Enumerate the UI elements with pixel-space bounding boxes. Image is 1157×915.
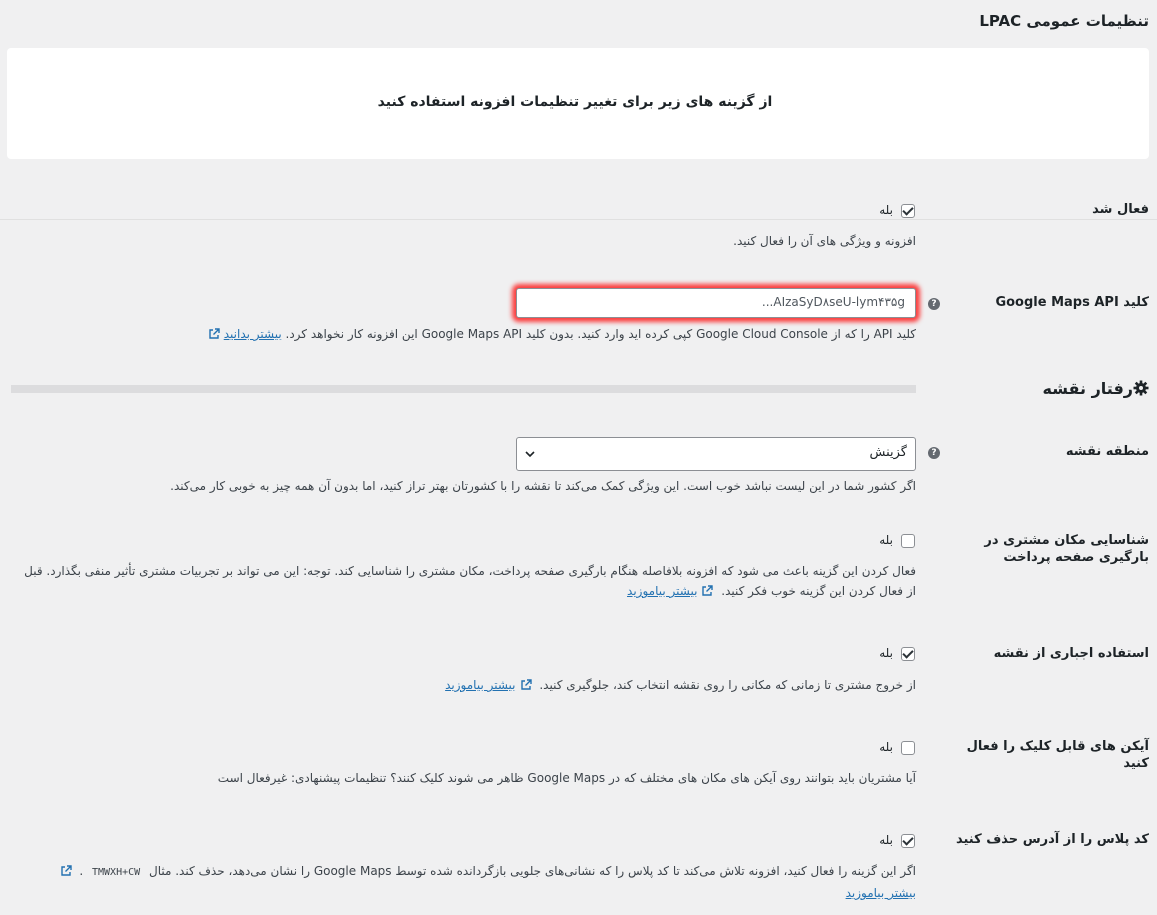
detect-location-checkbox[interactable] (901, 534, 915, 548)
api-key-input[interactable]: ...AIzaSyD۸seU-lym۴۳۵g (516, 288, 916, 318)
learn-more-link-label: بیشتر بیاموزید (845, 886, 916, 900)
learn-more-link[interactable]: بیشتر بیاموزید (445, 678, 535, 692)
plus-code-desc: اگر این گزینه را فعال کنید، افزونه تلاش … (36, 861, 916, 903)
divider (0, 219, 1157, 220)
learn-more-link-label: بیشتر بدانید (223, 327, 282, 341)
external-link-icon (209, 328, 220, 339)
learn-more-link-label: بیشتر بیاموزید (445, 678, 516, 692)
force-map-label: استفاده اجباری از نقشه (993, 646, 1149, 661)
clickable-icons-desc: آیا مشتریان باید بتوانند روی آیکن های مک… (217, 771, 916, 785)
clickable-icons-checkbox[interactable] (901, 741, 915, 755)
notice-text: از گزینه های زیر برای تغییر تنظیمات افزو… (377, 94, 773, 110)
gear-icon (1133, 380, 1149, 396)
detect-location-desc-text: فعال کردن این گزینه باعث می شود که افزون… (24, 564, 916, 598)
section-title: رفتار نقشه (1042, 379, 1149, 398)
learn-more-link[interactable]: بیشتر بدانید (204, 327, 282, 341)
clickable-icons-label: آیکن های قابل کلیک را فعال کنید (966, 739, 1149, 771)
plus-code-checkbox[interactable] (901, 834, 915, 848)
map-region-select[interactable] (516, 437, 916, 471)
map-region-desc: اگر کشور شما در این لیست نباشد خوب است. … (170, 479, 916, 493)
chevron-down-icon (525, 451, 535, 458)
help-icon[interactable]: ? (928, 447, 940, 459)
page-title: تنظیمات عمومی LPAC (979, 12, 1149, 30)
help-icon[interactable]: ? (928, 298, 940, 310)
detect-location-label: شناسایی مکان مشتری در بارگیری صفحه پرداخ… (984, 533, 1149, 565)
learn-more-link[interactable]: بیشتر بیاموزید (627, 584, 717, 598)
api-key-desc: کلید API را که از Google Cloud Console ک… (96, 324, 916, 344)
section-separator (11, 385, 916, 393)
external-link-icon (702, 585, 714, 596)
plus-code-example: TMWXH+CW (86, 864, 146, 881)
detect-location-yes-label: بله (879, 533, 893, 547)
enabled-label: فعال شد (1092, 202, 1149, 217)
map-region-label: منطقه نقشه (1065, 444, 1149, 459)
api-key-label: کلید Google Maps API (995, 295, 1149, 310)
section-title-text: رفتار نقشه (1042, 379, 1133, 398)
external-link-icon (60, 865, 72, 876)
detect-location-desc: فعال کردن این گزینه باعث می شود که افزون… (16, 561, 916, 601)
plus-code-label: کد پلاس را از آدرس حذف کنید (955, 832, 1149, 847)
plus-code-yes-label: بله (879, 833, 893, 847)
external-link-icon (520, 679, 532, 690)
clickable-icons-yes-label: بله (879, 740, 893, 754)
api-key-desc-text: کلید API را که از Google Cloud Console ک… (285, 327, 916, 341)
enabled-desc: افزونه و ویژگی های آن را فعال کنید. (733, 234, 916, 248)
enabled-yes-label: بله (879, 203, 893, 217)
force-map-desc-text: از خروج مشتری تا زمانی که مکانی را روی ن… (539, 678, 916, 692)
learn-more-link-label: بیشتر بیاموزید (627, 584, 698, 598)
plus-code-desc-text: اگر این گزینه را فعال کنید، افزونه تلاش … (148, 864, 916, 878)
enabled-checkbox[interactable] (901, 204, 915, 218)
force-map-desc: از خروج مشتری تا زمانی که مکانی را روی ن… (445, 675, 916, 695)
map-region-selected: گزینش (869, 445, 907, 460)
force-map-checkbox[interactable] (901, 647, 915, 661)
force-map-yes-label: بله (879, 646, 893, 660)
